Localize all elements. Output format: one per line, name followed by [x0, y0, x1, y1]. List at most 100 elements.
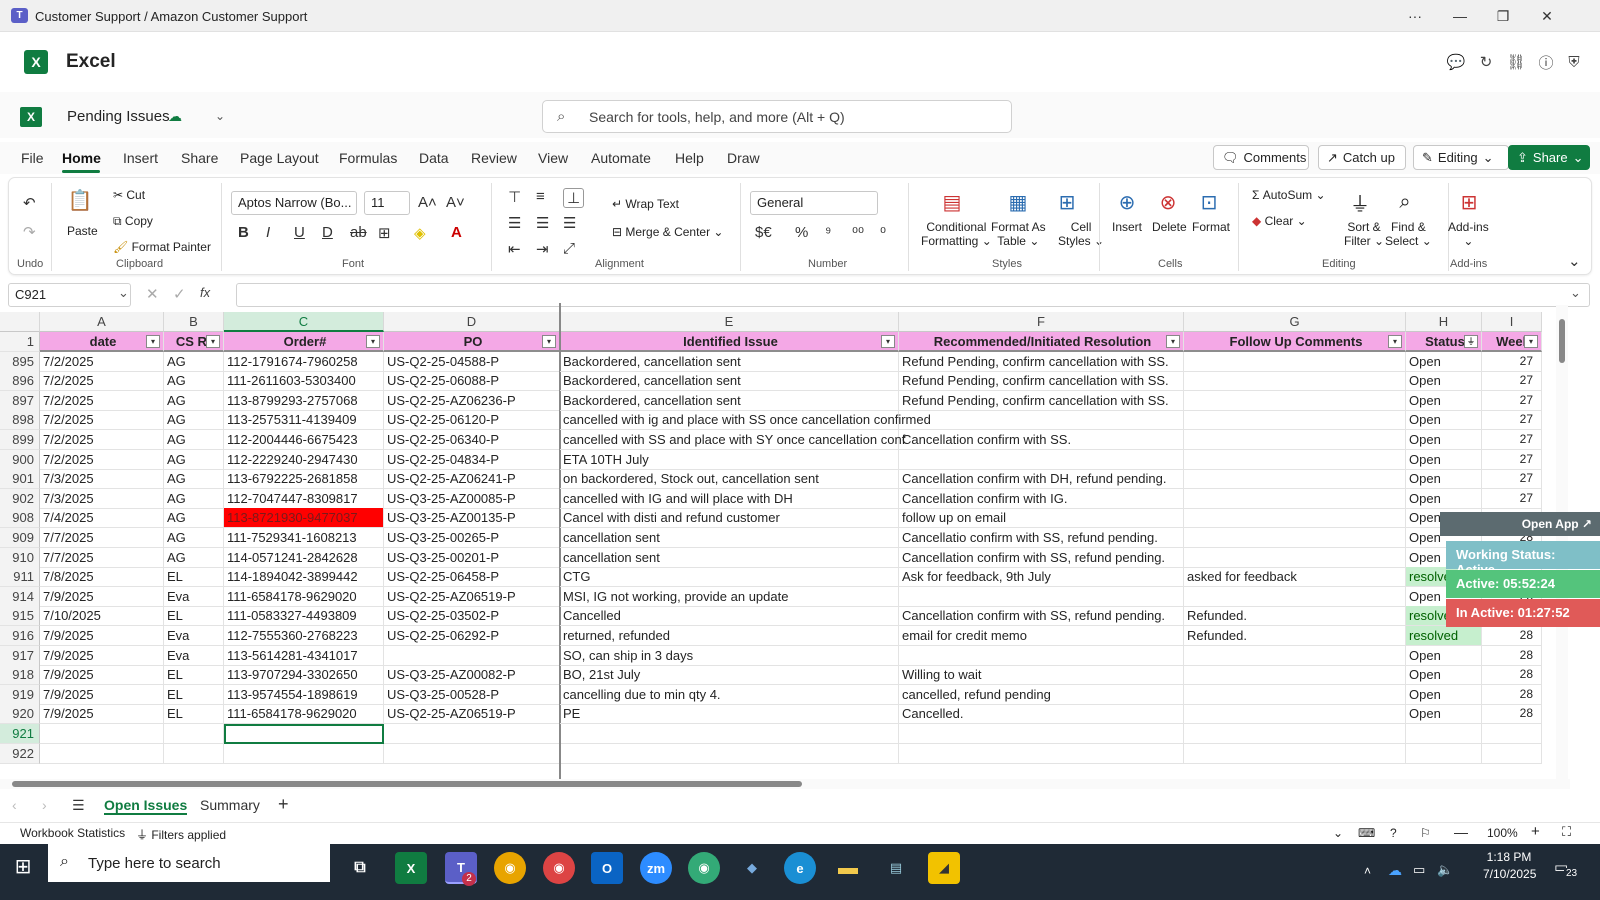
row-header[interactable]: 910 [0, 547, 40, 568]
table-cell[interactable] [384, 645, 560, 666]
refresh-icon[interactable]: ↻ [1476, 52, 1496, 72]
table-cell[interactable] [1184, 704, 1406, 725]
table-cell[interactable]: 7/8/2025 [40, 567, 164, 588]
fill-color-icon[interactable]: ◈ [414, 224, 426, 242]
table-cell[interactable]: EL [164, 567, 224, 588]
info-icon[interactable]: ⓘ [1536, 52, 1556, 72]
table-cell[interactable]: US-Q2-25-06340-P [384, 430, 560, 450]
align-bottom-icon[interactable]: ⊥ [563, 188, 585, 208]
table-cell[interactable]: US-Q3-25-AZ00135-P [384, 508, 560, 529]
table-cell[interactable]: 27 [1482, 371, 1542, 392]
table-cell[interactable]: US-Q2-25-03502-P [384, 606, 560, 627]
table-cell[interactable] [1482, 743, 1542, 764]
table-cell[interactable]: 113-2575311-4139409 [224, 410, 384, 431]
autosum-button[interactable]: Σ AutoSum ⌄ [1252, 188, 1326, 202]
cell-styles-button[interactable]: Cell Styles ⌄ [1058, 220, 1104, 248]
volume-icon[interactable]: 🔈 [1437, 862, 1453, 878]
table-cell[interactable]: 113-5614281-4341017 [224, 645, 384, 666]
network-icon[interactable]: ▭ [1413, 862, 1425, 878]
column-header-d[interactable]: D [384, 312, 560, 332]
table-cell[interactable]: 7/2/2025 [40, 371, 164, 392]
tab-review[interactable]: Review [471, 150, 517, 166]
formula-input[interactable] [236, 283, 1590, 307]
table-cell[interactable]: AG [164, 430, 224, 450]
tab-view[interactable]: View [538, 150, 568, 166]
table-cell[interactable] [1184, 743, 1406, 764]
table-cell[interactable] [164, 724, 224, 744]
all-sheets-icon[interactable]: ☰ [72, 797, 85, 814]
currency-icon[interactable]: $€ [755, 224, 772, 241]
table-cell[interactable] [1184, 390, 1406, 411]
table-cell[interactable]: Backordered, cancellation sent [560, 390, 899, 411]
tab-file[interactable]: File [21, 150, 44, 166]
keyboard-icon[interactable]: ⌨ [1358, 826, 1375, 840]
table-cell[interactable] [899, 724, 1184, 744]
row-header[interactable]: 902 [0, 488, 40, 509]
paste-icon[interactable]: 📋 [66, 187, 94, 213]
shield-icon[interactable]: ⛨ [1564, 52, 1584, 72]
table-cell[interactable]: US-Q2-25-04588-P [384, 351, 560, 372]
table-cell[interactable]: Cancellation confirm with SS, refund pen… [899, 606, 1184, 627]
workbook-statistics[interactable]: Workbook Statistics [20, 826, 125, 840]
table-cell[interactable]: 111-6584178-9629020 [224, 704, 384, 725]
zoom-out-icon[interactable]: — [1454, 824, 1468, 840]
tab-automate[interactable]: Automate [591, 150, 651, 166]
merge-center-button[interactable]: ⊟ Merge & Center ⌄ [612, 225, 723, 239]
table-cell[interactable] [384, 743, 560, 764]
italic-icon[interactable]: I [266, 224, 270, 241]
table-cell[interactable]: Eva [164, 626, 224, 646]
add-sheet-icon[interactable]: + [278, 794, 289, 815]
tab-page-layout[interactable]: Page Layout [240, 150, 319, 166]
align-center-icon[interactable]: ☰ [536, 214, 549, 232]
table-cell[interactable]: 7/4/2025 [40, 508, 164, 529]
table-cell[interactable]: 112-2229240-2947430 [224, 449, 384, 470]
table-cell[interactable]: Open [1406, 390, 1482, 411]
sort-filter-button[interactable]: Sort & Filter ⌄ [1344, 220, 1384, 248]
table-header-cell[interactable]: Recommended/Initiated Resolution ▾ [899, 332, 1184, 352]
table-cell[interactable]: Refund Pending, confirm cancellation wit… [899, 371, 1184, 392]
table-cell[interactable]: US-Q2-25-06458-P [384, 567, 560, 588]
row-header[interactable]: 918 [0, 665, 40, 686]
align-right-icon[interactable]: ☰ [563, 214, 576, 232]
row-header[interactable]: 920 [0, 704, 40, 725]
column-header-g[interactable]: G [1184, 312, 1406, 332]
table-cell[interactable]: Cancellation confirm with SS. [899, 430, 1184, 450]
table-cell[interactable]: cancelled, refund pending [899, 684, 1184, 705]
row-header[interactable]: 899 [0, 430, 40, 450]
table-cell[interactable]: 7/9/2025 [40, 684, 164, 705]
table-header-cell[interactable]: Follow Up Comments ▾ [1184, 332, 1406, 352]
more-icon[interactable]: ··· [1403, 6, 1427, 26]
editing-button[interactable]: ✎ Editing ⌄ [1413, 145, 1509, 170]
conditional-formatting-button[interactable]: Conditional Formatting ⌄ [921, 220, 992, 248]
row-header[interactable]: 898 [0, 410, 40, 431]
borders-icon[interactable]: ⊞ [378, 224, 391, 242]
align-left-icon[interactable]: ☰ [508, 214, 521, 232]
table-cell[interactable] [1184, 469, 1406, 490]
conditional-formatting-icon[interactable]: ▤ [938, 189, 966, 215]
zoom-icon[interactable]: zm [640, 852, 672, 884]
table-cell[interactable]: CTG [560, 567, 899, 588]
table-cell[interactable] [1184, 371, 1406, 392]
table-cell[interactable]: US-Q2-25-AZ06236-P [384, 390, 560, 411]
prev-sheet-icon[interactable]: ‹ [12, 797, 17, 813]
name-box[interactable]: C921 [8, 283, 131, 307]
table-cell[interactable] [40, 724, 164, 744]
find-select-icon[interactable]: ⌕ [1391, 189, 1419, 215]
table-cell[interactable]: AG [164, 371, 224, 392]
table-cell[interactable]: 7/7/2025 [40, 547, 164, 568]
table-cell[interactable]: Open [1406, 684, 1482, 705]
table-cell[interactable]: cancelling due to min qty 4. [560, 684, 899, 705]
table-cell[interactable]: PE [560, 704, 899, 725]
wrap-text-button[interactable]: ↵ Wrap Text [612, 197, 679, 211]
increase-indent-icon[interactable]: ⇥ [536, 240, 549, 258]
filter-dropdown-icon[interactable]: ▾ [1388, 335, 1402, 348]
minimize-icon[interactable]: — [1448, 6, 1472, 26]
table-cell[interactable]: AG [164, 508, 224, 529]
table-cell[interactable] [1184, 684, 1406, 705]
zoom-level[interactable]: 100% [1487, 826, 1518, 840]
chevron-down-icon[interactable]: ⌄ [1570, 285, 1581, 301]
sheet-tab-open-issues[interactable]: Open Issues [104, 797, 188, 815]
cut-button[interactable]: ✂ Cut [113, 188, 145, 202]
table-cell[interactable]: US-Q2-25-04834-P [384, 449, 560, 470]
tab-insert[interactable]: Insert [123, 150, 158, 166]
